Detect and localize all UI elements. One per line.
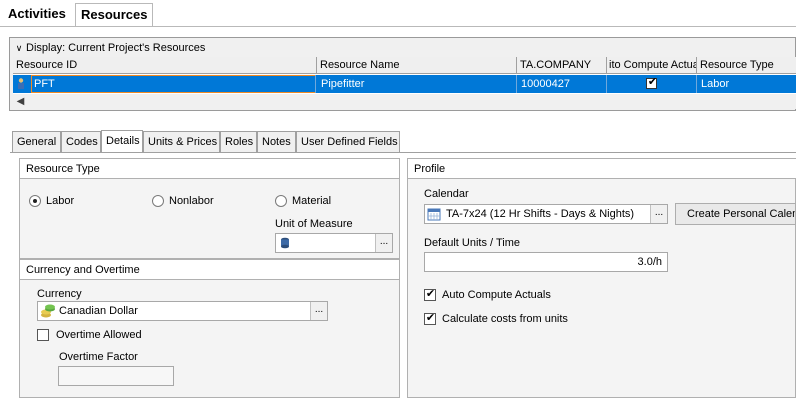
calendar-label: Calendar — [424, 188, 469, 200]
profile-title: Profile — [408, 159, 796, 179]
person-icon — [18, 78, 24, 89]
check-icon: ✔ — [425, 312, 436, 324]
column-header-resource-type[interactable]: Resource Type — [697, 57, 796, 74]
column-header-auto-compute[interactable]: ito Compute Actua — [607, 57, 697, 74]
tab-general[interactable]: General — [12, 131, 61, 152]
tab-codes[interactable]: Codes — [61, 131, 101, 152]
radio-material[interactable] — [275, 195, 287, 207]
table-row[interactable]: PFT Pipefitter 10000427 ✔ Labor — [13, 75, 796, 93]
default-units-field[interactable]: 3.0/h — [424, 252, 668, 272]
radio-labor[interactable] — [29, 195, 41, 207]
column-header-company[interactable]: TA.COMPANY — [517, 57, 607, 74]
currency-picker-button[interactable]: ... — [310, 302, 327, 320]
cell-resource-id[interactable]: PFT — [13, 75, 316, 93]
radio-labor-label: Labor — [46, 195, 75, 207]
calendar-field[interactable]: TA-7x24 (12 Hr Shifts - Days & Nights) .… — [424, 204, 668, 224]
check-icon: ✔ — [647, 76, 658, 88]
currency-value: Canadian Dollar — [59, 305, 138, 317]
tab-activities[interactable]: Activities — [3, 3, 71, 27]
resources-table: Resource ID Resource Name TA.COMPANY ito… — [13, 57, 796, 109]
cell-resource-name[interactable]: Pipefitter — [317, 75, 517, 93]
tab-resources[interactable]: Resources — [75, 3, 154, 27]
cell-auto-compute[interactable]: ✔ — [607, 75, 697, 93]
radio-nonlabor[interactable] — [152, 195, 164, 207]
currency-overtime-title: Currency and Overtime — [20, 260, 399, 280]
overtime-allowed-label: Overtime Allowed — [56, 329, 142, 341]
chevron-down-icon[interactable]: ∨ — [14, 41, 24, 55]
unit-of-measure-label: Unit of Measure — [275, 218, 353, 230]
auto-compute-actuals-label: Auto Compute Actuals — [442, 289, 551, 301]
default-units-value: 3.0/h — [637, 256, 662, 268]
calendar-icon — [427, 208, 441, 221]
cell-company[interactable]: 10000427 — [517, 75, 607, 93]
default-units-label: Default Units / Time — [424, 237, 520, 249]
unit-of-measure-field[interactable]: ... — [275, 233, 393, 253]
tab-roles[interactable]: Roles — [220, 131, 257, 152]
check-icon: ✔ — [425, 288, 436, 300]
radio-nonlabor-label: Nonlabor — [169, 195, 214, 207]
currency-field[interactable]: Canadian Dollar ... — [37, 301, 328, 321]
column-header-resource-id[interactable]: Resource ID — [13, 57, 317, 74]
horizontal-scrollbar[interactable]: ◀ — [13, 94, 796, 109]
create-personal-calendar-button[interactable]: Create Personal Calendar — [675, 203, 796, 225]
tab-user-defined-fields[interactable]: User Defined Fields — [296, 131, 400, 152]
resource-id-editor[interactable]: PFT — [31, 75, 315, 93]
top-tab-divider — [0, 26, 796, 27]
cell-resource-type[interactable]: Labor — [697, 75, 796, 93]
tab-notes[interactable]: Notes — [257, 131, 296, 152]
unit-of-measure-icon — [281, 237, 289, 249]
display-label: Display: Current Project's Resources — [26, 42, 206, 54]
overtime-factor-field[interactable] — [58, 366, 174, 386]
tab-details[interactable]: Details — [101, 130, 143, 153]
calendar-picker-button[interactable]: ... — [650, 205, 667, 223]
tab-units-prices[interactable]: Units & Prices — [143, 131, 220, 152]
resource-type-title: Resource Type — [20, 159, 399, 179]
currency-label: Currency — [37, 288, 82, 300]
currency-icon — [41, 304, 55, 318]
overtime-factor-label: Overtime Factor — [59, 351, 138, 363]
overtime-allowed-checkbox[interactable] — [37, 329, 49, 341]
calculate-costs-checkbox[interactable]: ✔ — [424, 312, 436, 325]
auto-compute-checkbox[interactable]: ✔ — [646, 76, 658, 89]
unit-of-measure-picker-button[interactable]: ... — [375, 234, 392, 252]
radio-material-label: Material — [292, 195, 332, 207]
display-filter[interactable]: ∨ Display: Current Project's Resources — [14, 41, 206, 55]
calculate-costs-label: Calculate costs from units — [442, 313, 568, 325]
column-header-resource-name[interactable]: Resource Name — [317, 57, 517, 74]
scroll-left-icon[interactable]: ◀ — [13, 94, 28, 109]
auto-compute-actuals-checkbox[interactable]: ✔ — [424, 288, 436, 301]
detail-tab-divider — [10, 152, 796, 153]
calendar-value: TA-7x24 (12 Hr Shifts - Days & Nights) — [446, 208, 635, 220]
